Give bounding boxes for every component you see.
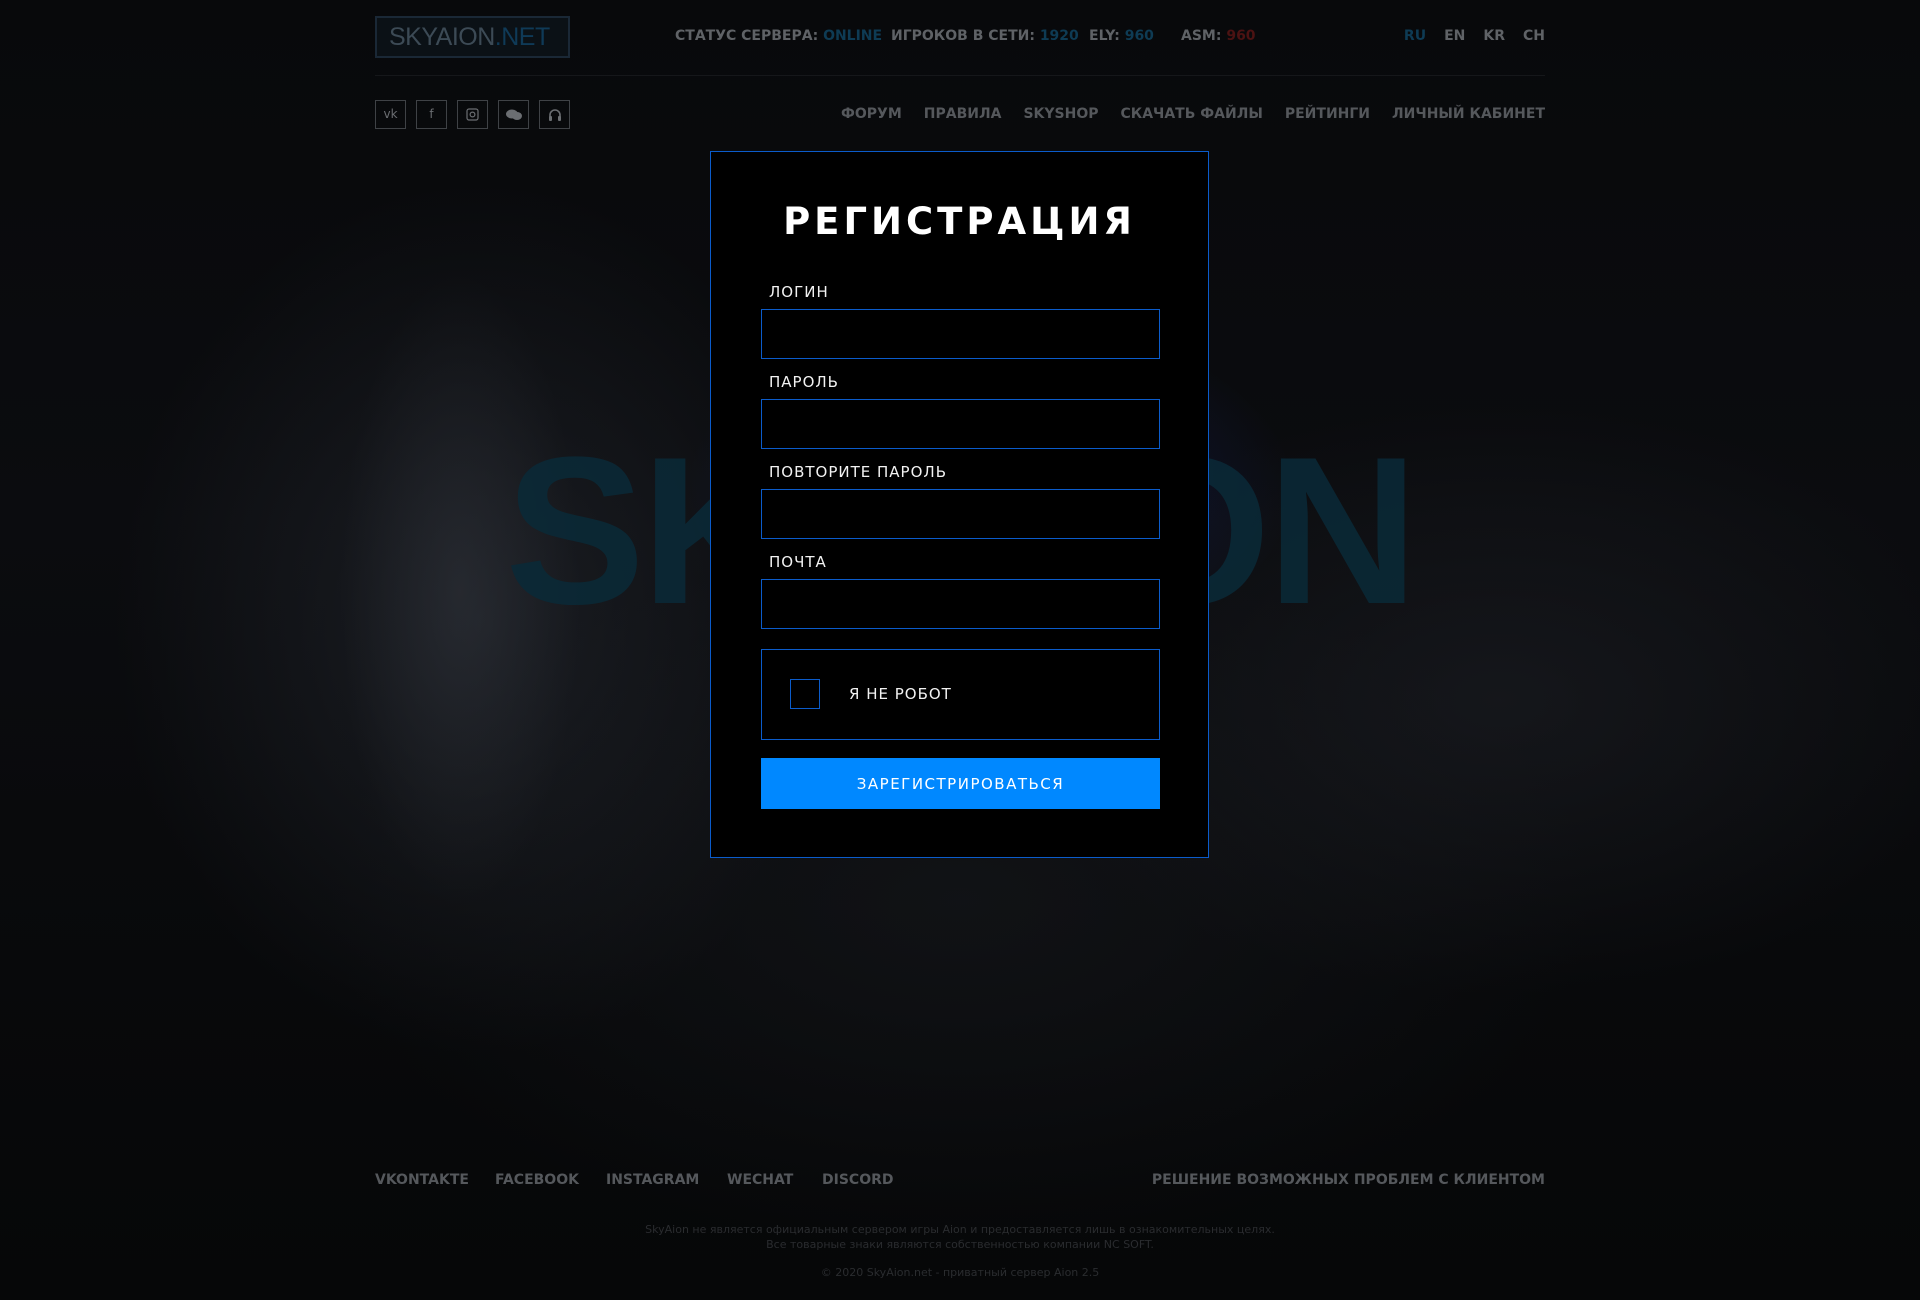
players-online-value: 1920 (1039, 28, 1079, 44)
instagram-icon[interactable] (457, 100, 488, 129)
register-button[interactable]: ЗАРЕГИСТРИРОВАТЬСЯ (761, 758, 1160, 809)
ely-count: ELY: 960 (1089, 28, 1154, 44)
nav-rules[interactable]: ПРАВИЛА (924, 106, 1002, 122)
server-status-label: СТАТУС СЕРВЕРА: (675, 28, 819, 44)
logo-main: SKYAION (389, 23, 495, 51)
asm-value: 960 (1226, 28, 1256, 44)
footer-link-facebook[interactable]: FACEBOOK (495, 1172, 579, 1188)
nav-ratings[interactable]: РЕЙТИНГИ (1285, 106, 1370, 122)
email-input[interactable] (761, 579, 1160, 629)
vk-icon[interactable]: vk (375, 100, 406, 129)
players-online-label: ИГРОКОВ В СЕТИ: (891, 28, 1035, 44)
registration-title: РЕГИСТРАЦИЯ (783, 200, 1136, 243)
copyright: © 2020 SkyAion.net - приватный сервер Ai… (820, 1266, 1100, 1279)
facebook-icon[interactable]: f (416, 100, 447, 129)
site-logo[interactable]: SKYAION.NET (375, 16, 570, 58)
header-top-row: SKYAION.NET СТАТУС СЕРВЕРА: ONLINE ИГРОК… (375, 16, 1545, 60)
lang-kr[interactable]: KR (1483, 28, 1505, 44)
language-switcher: RU EN KR CH (1386, 28, 1545, 44)
footer-link-instagram[interactable]: INSTAGRAM (606, 1172, 699, 1188)
server-status: СТАТУС СЕРВЕРА: ONLINE (675, 28, 882, 44)
ely-label: ELY: (1089, 28, 1120, 44)
disclaimer-line-2: Все товарные знаки являются собственност… (766, 1238, 1154, 1251)
headset-icon[interactable] (539, 100, 570, 129)
header-divider (375, 75, 1545, 76)
nav-forum[interactable]: ФОРУМ (841, 106, 902, 122)
server-status-value: ONLINE (823, 28, 883, 44)
lang-en[interactable]: EN (1444, 28, 1465, 44)
email-label: ПОЧТА (769, 553, 827, 571)
logo-suffix: .NET (494, 23, 550, 51)
password-input[interactable] (761, 399, 1160, 449)
captcha-label: Я НЕ РОБОТ (849, 685, 952, 703)
chat-icon[interactable] (498, 100, 529, 129)
asm-label: ASM: (1181, 28, 1222, 44)
captcha-checkbox[interactable] (790, 679, 820, 709)
captcha-widget: Я НЕ РОБОТ (761, 649, 1160, 740)
footer-help-link[interactable]: РЕШЕНИЕ ВОЗМОЖНЫХ ПРОБЛЕМ С КЛИЕНТОМ (1152, 1172, 1545, 1188)
lang-ch[interactable]: CH (1523, 28, 1545, 44)
login-label: ЛОГИН (769, 283, 829, 301)
registration-modal: РЕГИСТРАЦИЯ ЛОГИН ПАРОЛЬ ПОВТОРИТЕ ПАРОЛ… (710, 151, 1209, 858)
footer-link-discord[interactable]: DISCORD (822, 1172, 894, 1188)
footer-link-vkontakte[interactable]: VKONTAKTE (375, 1172, 469, 1188)
main-nav: ФОРУМ ПРАВИЛА SKYSHOP СКАЧАТЬ ФАЙЛЫ РЕЙТИНГИ… (819, 106, 1545, 122)
nav-skyshop[interactable]: SKYSHOP (1023, 106, 1098, 122)
password-label: ПАРОЛЬ (769, 373, 839, 391)
disclaimer-line-1: SkyAion не является официальным сервером… (645, 1223, 1275, 1236)
password-repeat-input[interactable] (761, 489, 1160, 539)
nav-account[interactable]: ЛИЧНЫЙ КАБИНЕТ (1392, 106, 1545, 122)
ely-value: 960 (1124, 28, 1154, 44)
footer-link-wechat[interactable]: WECHAT (727, 1172, 793, 1188)
asm-count: ASM: 960 (1181, 28, 1256, 44)
login-input[interactable] (761, 309, 1160, 359)
players-online: ИГРОКОВ В СЕТИ: 1920 (891, 28, 1079, 44)
lang-ru[interactable]: RU (1404, 28, 1426, 44)
nav-downloads[interactable]: СКАЧАТЬ ФАЙЛЫ (1120, 106, 1262, 122)
password-repeat-label: ПОВТОРИТЕ ПАРОЛЬ (769, 463, 947, 481)
